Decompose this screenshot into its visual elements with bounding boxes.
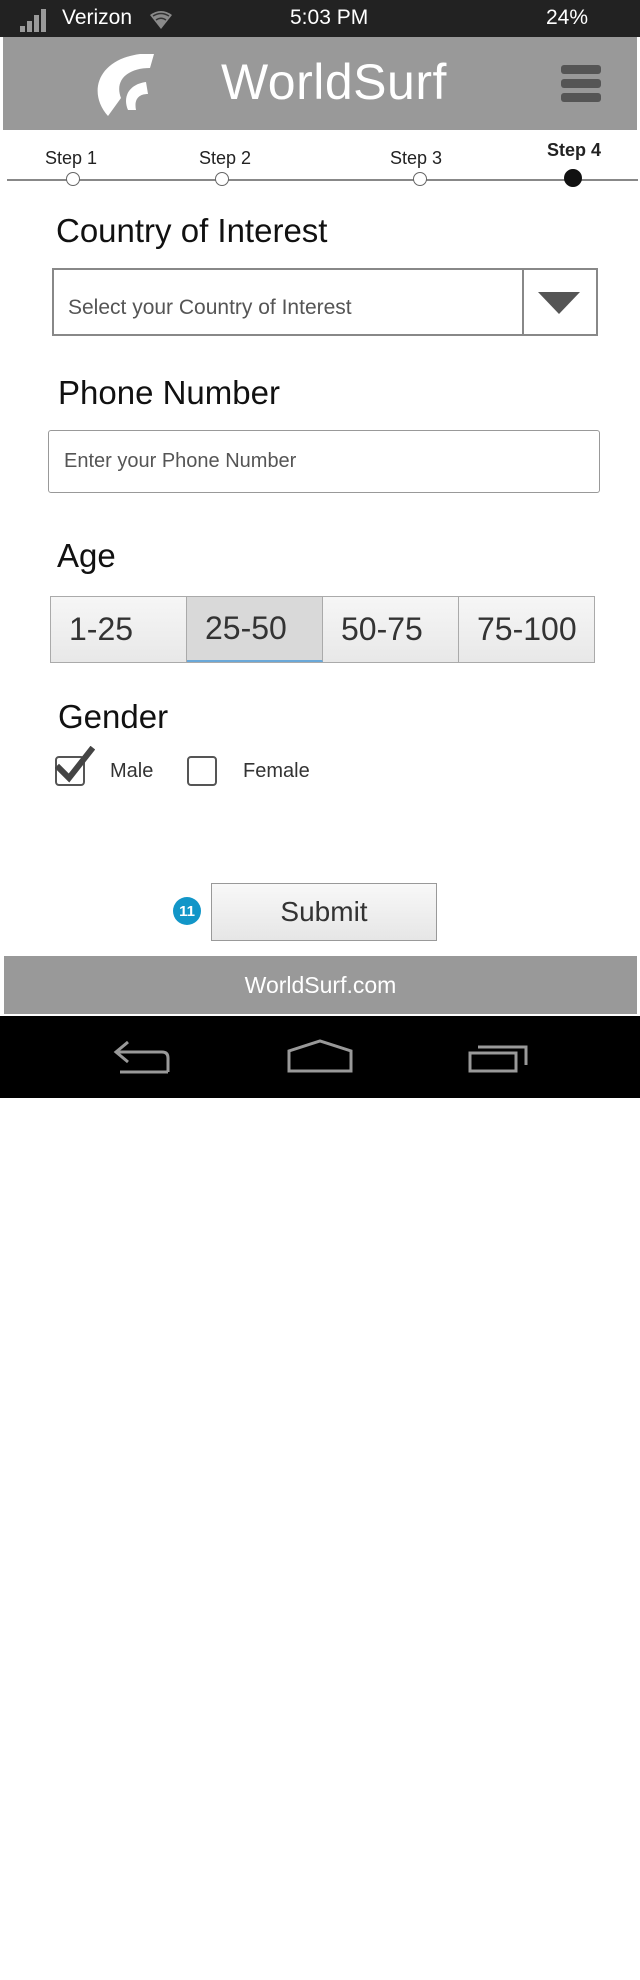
gender-section-title: Gender <box>58 698 169 735</box>
step-1-label[interactable]: Step 1 <box>45 148 97 169</box>
phone-section-title: Phone Number <box>58 374 280 411</box>
submit-button[interactable]: Submit <box>211 883 437 941</box>
age-option-75-100[interactable]: 75-100 <box>459 597 594 662</box>
age-section-title: Age <box>57 537 116 574</box>
home-icon[interactable] <box>287 1039 353 1073</box>
male-label[interactable]: Male <box>110 760 153 783</box>
app-title: WorldSurf <box>221 54 447 110</box>
signal-icon <box>20 8 50 32</box>
battery-level: 24% <box>546 6 589 29</box>
footer-text[interactable]: WorldSurf.com <box>245 972 397 999</box>
clock: 5:03 PM <box>290 6 369 29</box>
step-3-label[interactable]: Step 3 <box>390 148 442 169</box>
male-checkbox[interactable] <box>55 746 95 786</box>
step-track-line <box>7 179 638 181</box>
step-2-label[interactable]: Step 2 <box>199 148 251 169</box>
status-bar: Verizon 5:03 PM 24% <box>0 0 640 37</box>
age-segmented-control: 1-25 25-50 50-75 75-100 <box>50 596 595 663</box>
phone-input[interactable] <box>48 430 600 493</box>
hamburger-menu-icon[interactable] <box>561 65 601 105</box>
checkmark-icon <box>55 746 95 783</box>
country-select[interactable]: Select your Country of Interest <box>52 268 598 336</box>
female-label[interactable]: Female <box>243 760 310 783</box>
country-section-title: Country of Interest <box>56 212 328 249</box>
annotation-badge: 11 <box>173 897 201 925</box>
age-option-25-50[interactable]: 25-50 <box>187 597 323 662</box>
step-3-marker[interactable] <box>413 172 427 186</box>
app-header: WorldSurf <box>3 37 637 130</box>
country-dropdown-button[interactable] <box>522 270 596 334</box>
age-option-1-25[interactable]: 1-25 <box>51 597 187 662</box>
step-4-label[interactable]: Step 4 <box>547 140 601 161</box>
age-option-50-75[interactable]: 50-75 <box>323 597 459 662</box>
wave-logo-icon[interactable] <box>88 50 158 120</box>
footer: WorldSurf.com <box>4 956 637 1014</box>
step-1-marker[interactable] <box>66 172 80 186</box>
step-4-marker[interactable] <box>564 169 582 187</box>
back-icon[interactable] <box>110 1040 174 1074</box>
country-placeholder: Select your Country of Interest <box>68 296 352 319</box>
wifi-icon <box>150 11 172 29</box>
dropdown-arrow-icon <box>538 292 580 314</box>
female-checkbox[interactable] <box>187 756 217 786</box>
system-nav-bar <box>0 1016 640 1098</box>
recent-apps-icon[interactable] <box>468 1039 530 1073</box>
carrier-name: Verizon <box>62 6 133 29</box>
step-2-marker[interactable] <box>215 172 229 186</box>
